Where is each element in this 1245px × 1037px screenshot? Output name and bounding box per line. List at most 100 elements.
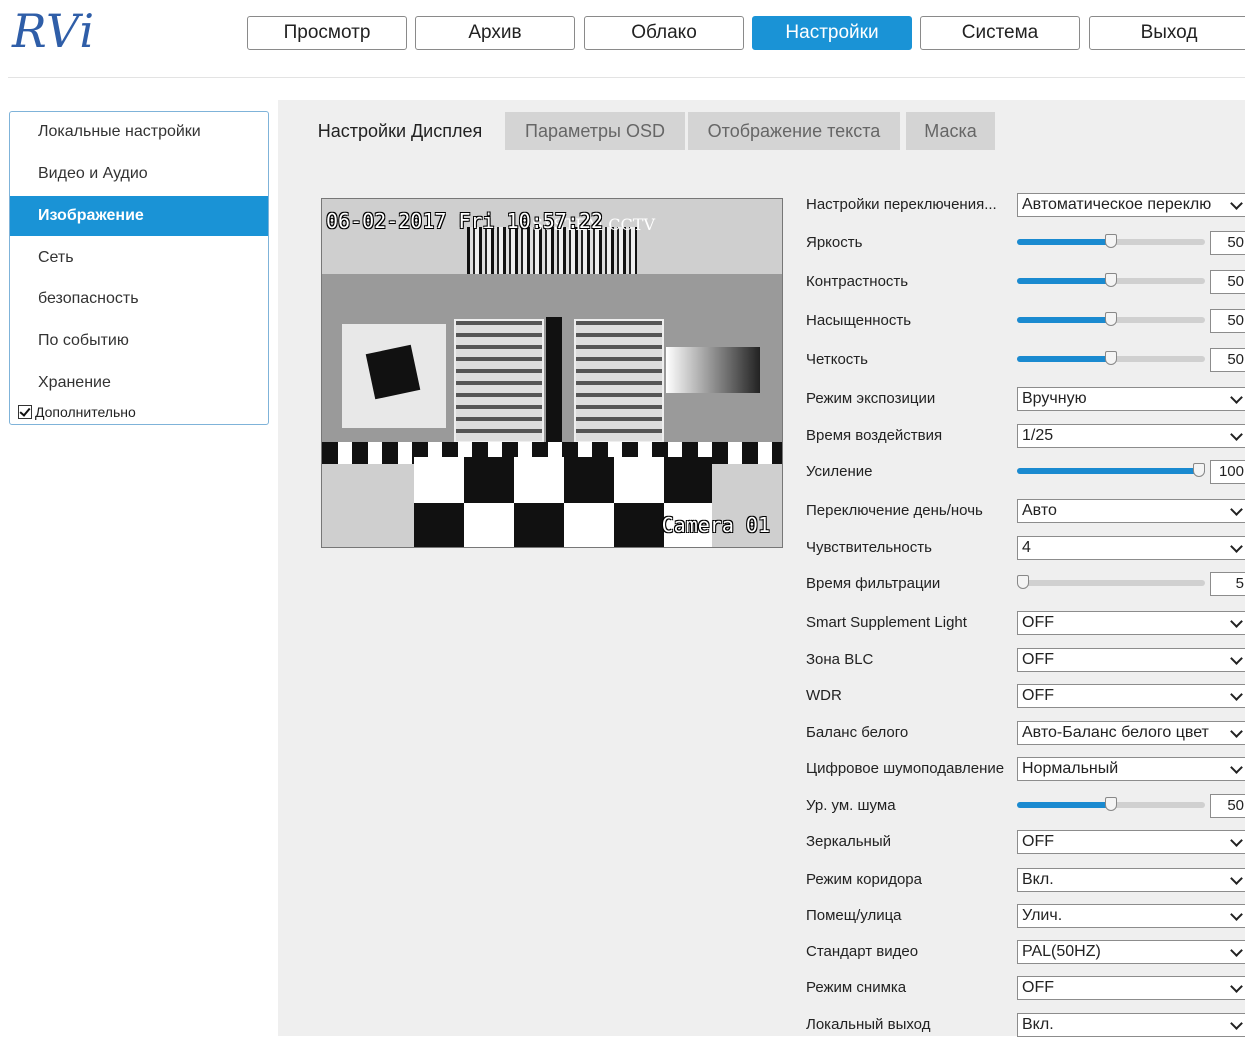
setting-value-input[interactable]: 50 xyxy=(1210,309,1245,333)
setting-dropdown[interactable]: OFF xyxy=(1017,648,1245,672)
setting-label: Яркость xyxy=(806,234,863,251)
setting-slider[interactable] xyxy=(1017,575,1205,589)
setting-label: Режим снимка xyxy=(806,979,907,996)
tab-osd-parameters[interactable]: Параметры OSD xyxy=(505,112,685,150)
setting-slider[interactable] xyxy=(1017,312,1205,326)
sidebar-item-network[interactable]: Сеть xyxy=(10,238,268,278)
chevron-down-icon xyxy=(1228,1015,1245,1035)
slider-handle[interactable] xyxy=(1105,797,1117,811)
sidebar-item-storage[interactable]: Хранение xyxy=(10,363,268,403)
setting-label: Баланс белого xyxy=(806,724,909,741)
nav-archive-button[interactable]: Архив xyxy=(415,16,575,50)
setting-label: Усиление xyxy=(806,463,873,480)
chevron-down-icon xyxy=(1228,613,1245,633)
setting-label: Настройки переключения... xyxy=(806,196,997,213)
setting-value-input[interactable]: 50 xyxy=(1210,231,1245,255)
slider-handle[interactable] xyxy=(1105,273,1117,287)
nav-logout-button[interactable]: Выход xyxy=(1089,16,1245,50)
chevron-down-icon xyxy=(1228,650,1245,670)
slider-handle[interactable] xyxy=(1105,234,1117,248)
setting-label: Переключение день/ночь xyxy=(806,502,983,519)
chevron-down-icon xyxy=(1228,832,1245,852)
setting-slider[interactable] xyxy=(1017,273,1205,287)
setting-dropdown[interactable]: Автоматическое переклю xyxy=(1017,193,1245,217)
header-divider xyxy=(8,77,1245,78)
dropdown-value: OFF xyxy=(1022,833,1054,850)
setting-dropdown[interactable]: OFF xyxy=(1017,976,1245,1000)
setting-label: Насыщенность xyxy=(806,312,912,329)
setting-dropdown[interactable]: OFF xyxy=(1017,611,1245,635)
dropdown-value: Авто xyxy=(1022,502,1057,519)
slider-handle[interactable] xyxy=(1105,312,1117,326)
setting-dropdown[interactable]: 1/25 xyxy=(1017,424,1245,448)
video-preview: SYSTEM CCTV 06-02-2017 Fri 10:57:22 Came… xyxy=(321,198,783,548)
setting-label: Ур. ум. шума xyxy=(806,797,896,814)
setting-label: Стандарт видео xyxy=(806,943,919,960)
osd-timestamp: 06-02-2017 Fri 10:57:22 xyxy=(326,209,603,233)
tab-mask[interactable]: Маска xyxy=(906,112,995,150)
dropdown-value: Нормальный xyxy=(1022,760,1119,777)
tab-text-overlay[interactable]: Отображение текста xyxy=(688,112,900,150)
setting-slider[interactable] xyxy=(1017,797,1205,811)
nav-system-button[interactable]: Система xyxy=(920,16,1080,50)
setting-dropdown[interactable]: Авто-Баланс белого цвет xyxy=(1017,721,1245,745)
setting-dropdown[interactable]: Вкл. xyxy=(1017,1013,1245,1037)
dropdown-value: Улич. xyxy=(1022,907,1063,924)
dropdown-value: OFF xyxy=(1022,651,1054,668)
nav-settings-button[interactable]: Настройки xyxy=(752,16,912,50)
dropdown-value: Авто-Баланс белого цвет xyxy=(1022,724,1209,741)
setting-dropdown[interactable]: OFF xyxy=(1017,684,1245,708)
sidebar-item-event[interactable]: По событию xyxy=(10,321,268,361)
setting-value-input[interactable]: 50 xyxy=(1210,348,1245,372)
setting-label: Smart Supplement Light xyxy=(806,614,967,631)
sidebar-item-image[interactable]: Изображение xyxy=(10,196,268,236)
chevron-down-icon xyxy=(1228,978,1245,998)
slider-handle[interactable] xyxy=(1105,351,1117,365)
chevron-down-icon xyxy=(1228,501,1245,521)
setting-dropdown[interactable]: Нормальный xyxy=(1017,757,1245,781)
slider-handle[interactable] xyxy=(1017,575,1029,589)
setting-value-input[interactable]: 50 xyxy=(1210,270,1245,294)
tab-display-settings[interactable]: Настройки Дисплея xyxy=(298,112,502,150)
nav-cloud-button[interactable]: Облако xyxy=(584,16,744,50)
dropdown-value: Вручную xyxy=(1022,390,1087,407)
setting-value-input[interactable]: 50 xyxy=(1210,794,1245,818)
slider-fill xyxy=(1017,802,1111,808)
setting-dropdown[interactable]: PAL(50HZ) xyxy=(1017,940,1245,964)
setting-label: Время воздействия xyxy=(806,427,943,444)
slider-handle[interactable] xyxy=(1193,463,1205,477)
sidebar-item-security[interactable]: безопасность xyxy=(10,279,268,319)
setting-value-input[interactable]: 100 xyxy=(1210,460,1245,484)
dropdown-value: PAL(50HZ) xyxy=(1022,943,1101,960)
setting-dropdown[interactable]: 4 xyxy=(1017,536,1245,560)
chevron-down-icon xyxy=(1228,906,1245,926)
setting-slider[interactable] xyxy=(1017,463,1205,477)
setting-slider[interactable] xyxy=(1017,351,1205,365)
setting-dropdown[interactable]: Вкл. xyxy=(1017,868,1245,892)
setting-dropdown[interactable]: Авто xyxy=(1017,499,1245,523)
setting-dropdown[interactable]: Вручную xyxy=(1017,387,1245,411)
setting-label: Четкость xyxy=(806,351,868,368)
osd-camera-name: Camera 01 xyxy=(661,513,770,537)
dropdown-value: OFF xyxy=(1022,979,1054,996)
setting-label: Зеркальный xyxy=(806,833,891,850)
chevron-down-icon xyxy=(1228,389,1245,409)
checkbox-checked-icon[interactable] xyxy=(18,405,32,419)
setting-value-input[interactable]: 5 xyxy=(1210,572,1245,596)
chevron-down-icon xyxy=(1228,942,1245,962)
sidebar-item-video-audio[interactable]: Видео и Аудио xyxy=(10,154,268,194)
setting-slider[interactable] xyxy=(1017,234,1205,248)
advanced-checkbox[interactable]: Дополнительно xyxy=(18,404,136,420)
dropdown-value: OFF xyxy=(1022,614,1054,631)
sidebar-item-local-settings[interactable]: Локальные настройки xyxy=(10,112,268,152)
setting-label: Чувствительность xyxy=(806,539,932,556)
setting-label: Время фильтрации xyxy=(806,575,941,592)
setting-dropdown[interactable]: Улич. xyxy=(1017,904,1245,928)
setting-label: Локальный выход xyxy=(806,1016,931,1033)
slider-fill xyxy=(1017,356,1111,362)
slider-fill xyxy=(1017,317,1111,323)
setting-label: Помещ/улица xyxy=(806,907,902,924)
sidebar: Локальные настройки Видео и Аудио Изобра… xyxy=(9,111,269,425)
setting-dropdown[interactable]: OFF xyxy=(1017,830,1245,854)
nav-view-button[interactable]: Просмотр xyxy=(247,16,407,50)
